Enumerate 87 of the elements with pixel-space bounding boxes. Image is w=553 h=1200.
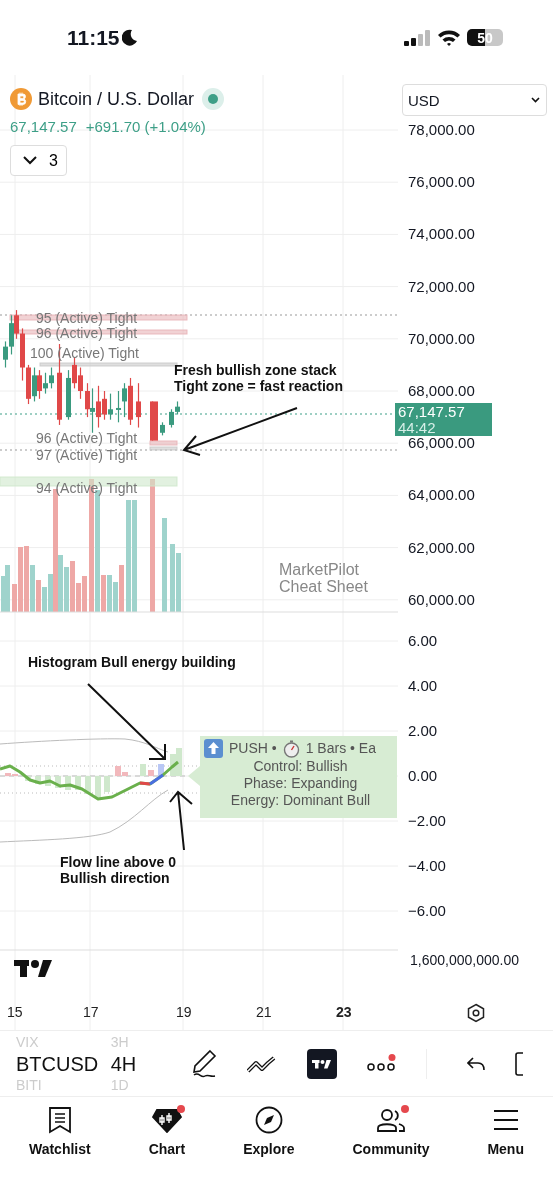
candlestick	[150, 400, 158, 442]
time-axis-label: 23	[336, 1004, 352, 1020]
price-axis-label: 74,000.00	[408, 225, 475, 244]
symbol-title: Bitcoin / U.S. Dollar	[38, 88, 195, 110]
time-axis-label: 19	[176, 1004, 192, 1020]
price-axis-label: 62,000.00	[408, 538, 475, 557]
annotation-text: Fresh bullish zone stack Tight zone = fast reaction	[174, 362, 343, 394]
oscillator-axis-label: 2.00	[408, 722, 438, 740]
oscillator-axis-label: 0.00	[408, 767, 438, 785]
candlestick	[160, 421, 165, 436]
annotation-text: Flow line above 0 Bullish direction	[60, 854, 176, 886]
zone-label: 95 (Active) Tight	[36, 310, 138, 326]
oscillator-axis-label: −4.00	[408, 857, 446, 875]
oscillator-axis-label: 4.00	[408, 677, 438, 695]
more-icon[interactable]	[367, 1053, 396, 1074]
settings-icon[interactable]	[466, 1003, 486, 1023]
time-axis-label: 17	[83, 1004, 99, 1020]
zone-label: 97 (Active) Tight	[36, 447, 138, 463]
oscillator-axis-label: −6.00	[408, 902, 446, 920]
histogram-bar	[140, 764, 146, 776]
menu-icon	[491, 1108, 520, 1132]
nav-tab[interactable]: Menu	[483, 1105, 528, 1157]
histogram-bar	[35, 776, 41, 784]
stopwatch-icon	[282, 739, 300, 758]
signal-detail: Phase: Expanding	[243, 775, 358, 792]
currency-select[interactable]: USD	[402, 84, 547, 116]
indicator-label: MarketPilot	[279, 561, 360, 578]
signal-detail: Energy: Dominant Bull	[230, 792, 371, 809]
indicator-toggle-button[interactable]: 3	[10, 145, 67, 176]
zone-label: 94 (Active) Tight	[36, 480, 138, 496]
last-price-tag: 67,147.57 44:42	[395, 403, 492, 436]
histogram-bar	[65, 776, 71, 790]
price-axis-label: 76,000.00	[408, 173, 475, 192]
time-axis-label: 15	[7, 1004, 23, 1020]
price-axis-label: 68,000.00	[408, 382, 475, 400]
pen-icon[interactable]	[191, 1048, 217, 1079]
logo-button[interactable]	[307, 1048, 337, 1079]
chevron-down-icon	[23, 156, 37, 165]
histogram-bar	[55, 776, 61, 788]
compass-icon	[254, 1106, 283, 1134]
time-axis-label: 21	[256, 1004, 272, 1020]
price-axis-label: 70,000.00	[408, 329, 475, 348]
histogram-bar	[95, 776, 101, 798]
price-change: +691.70 (+1.04%)	[85, 118, 206, 135]
bookmark-list-icon	[47, 1106, 72, 1134]
histogram-bar	[148, 770, 154, 776]
volume-axis-label: 1,600,000,000.00	[410, 951, 519, 969]
histogram-bar	[85, 776, 91, 794]
histogram-bar	[45, 776, 51, 786]
price-axis-label: 66,000.00	[408, 434, 475, 453]
price-axis-label: 60,000.00	[408, 590, 475, 609]
logo-icon	[312, 1057, 332, 1070]
nav-tab[interactable]: Explore	[239, 1105, 299, 1157]
price-axis-label: 78,000.00	[408, 121, 475, 139]
price-axis-label: 64,000.00	[408, 486, 475, 505]
candlestick	[136, 382, 141, 429]
zone-label: 96 (Active) Tight	[36, 430, 138, 446]
zone-label: 96 (Active) Tight	[36, 325, 138, 341]
logo-icon	[14, 958, 54, 978]
status-time: 11:15	[67, 25, 120, 50]
moon-icon	[121, 29, 138, 46]
nav-tab[interactable]: Community	[348, 1105, 434, 1157]
signal-text: PUSH •	[229, 740, 277, 757]
wifi-icon	[437, 29, 461, 46]
price-axis-label: 72,000.00	[408, 277, 475, 296]
arrow	[169, 790, 193, 851]
histogram-bar	[104, 776, 110, 792]
annotation-text: Histogram Bull energy building	[28, 654, 236, 670]
interval-option[interactable]: 4H	[110, 1050, 191, 1077]
symbol-price: 67,147.57	[10, 118, 77, 135]
nav-tab[interactable]: Watchlist	[24, 1105, 95, 1157]
histogram-bar	[75, 776, 81, 790]
signal-detail: Control: Bullish	[253, 758, 348, 775]
oscillator-axis-label: 6.00	[408, 632, 438, 650]
oscillator-axis-label: −2.00	[408, 812, 446, 830]
histogram-bar	[158, 764, 164, 776]
undo-icon[interactable]	[467, 1056, 485, 1071]
fullscreen-icon[interactable]	[515, 1051, 523, 1076]
caret-icon	[531, 97, 540, 103]
nav-tab[interactable]: Chart	[144, 1105, 190, 1157]
candles-icon	[151, 1107, 182, 1133]
bitcoin-icon	[10, 88, 32, 110]
indicator-label: Cheat Sheet	[279, 578, 368, 595]
bars-text: 1 Bars • Ea	[305, 740, 376, 757]
symbol-option[interactable]: BTCUSD	[16, 1050, 111, 1077]
people-icon	[375, 1107, 406, 1133]
signal-icon	[404, 29, 431, 46]
